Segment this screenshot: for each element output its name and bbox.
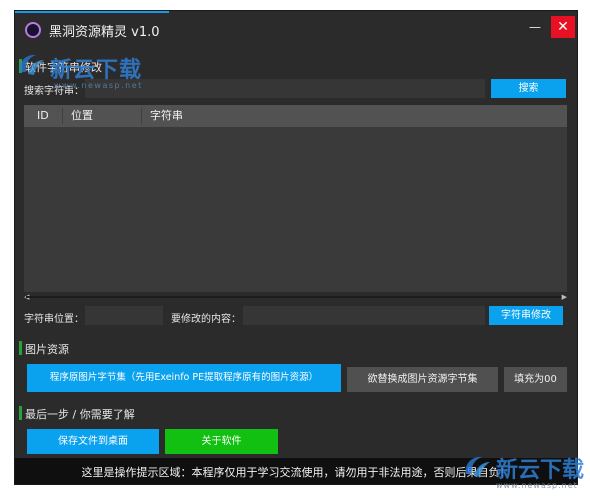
table-header: ID 位置 字符串: [24, 105, 567, 127]
column-header-id[interactable]: ID: [37, 105, 49, 127]
watermark-logo-icon: [465, 456, 490, 477]
string-position-label: 字符串位置：: [24, 314, 84, 325]
horizontal-scrollbar[interactable]: [26, 296, 565, 298]
section-marker-final: [19, 406, 22, 420]
column-separator: [141, 108, 142, 124]
column-header-position[interactable]: 位置: [71, 105, 93, 127]
search-input[interactable]: [85, 79, 485, 98]
minimize-icon[interactable]: —: [523, 16, 547, 38]
window-title: 黑洞资源精灵 v1.0: [49, 25, 160, 40]
section-title-final: 最后一步 / 你需要了解: [25, 408, 135, 421]
replace-image-bytes-button[interactable]: 欲替换成图片资源字节集: [347, 367, 498, 392]
watermark-url-bottom: www.newasp.net: [496, 481, 578, 490]
search-button[interactable]: 搜索: [491, 79, 566, 98]
watermark-logo-top: [16, 50, 46, 82]
watermark-url-top: www.newasp.net: [54, 81, 143, 90]
pad-zero-button[interactable]: 填充为00: [504, 367, 567, 392]
string-modify-button[interactable]: 字符串修改: [489, 306, 563, 325]
title-bar[interactable]: 黑洞资源精灵 v1.0 — ✕: [15, 13, 577, 47]
arrow-right-icon[interactable]: ▶: [562, 293, 567, 301]
watermark-text-bottom: 新云下载: [496, 458, 585, 483]
string-position-input[interactable]: [85, 306, 163, 325]
about-software-button[interactable]: 关于软件: [165, 429, 278, 454]
modify-content-input[interactable]: [243, 306, 485, 325]
watermark-text-top: 新云下载: [50, 58, 143, 83]
save-to-desktop-button[interactable]: 保存文件到桌面: [27, 429, 159, 454]
watermark-logo-icon: [19, 54, 44, 75]
strings-table[interactable]: ID 位置 字符串 ◀ ▶: [24, 105, 567, 301]
status-bar: 这里是操作提示区域：本程序仅用于学习交流使用，请勿用于非法用途，否则后果自负！: [15, 458, 577, 484]
section-marker-images: [19, 341, 22, 355]
modify-content-label: 要修改的内容：: [171, 314, 241, 325]
app-logo-icon: [25, 22, 41, 38]
column-separator: [62, 108, 63, 124]
column-header-string[interactable]: 字符串: [150, 105, 183, 127]
close-icon[interactable]: ✕: [551, 16, 575, 38]
watermark-logo-bottom: [462, 452, 492, 484]
status-message: 这里是操作提示区域：本程序仅用于学习交流使用，请勿用于非法用途，否则后果自负！: [81, 466, 511, 479]
original-image-bytes-button[interactable]: 程序原图片字节集（先用Exeinfo PE提取程序原有的图片资源）: [27, 364, 341, 392]
section-title-images: 图片资源: [25, 343, 69, 356]
